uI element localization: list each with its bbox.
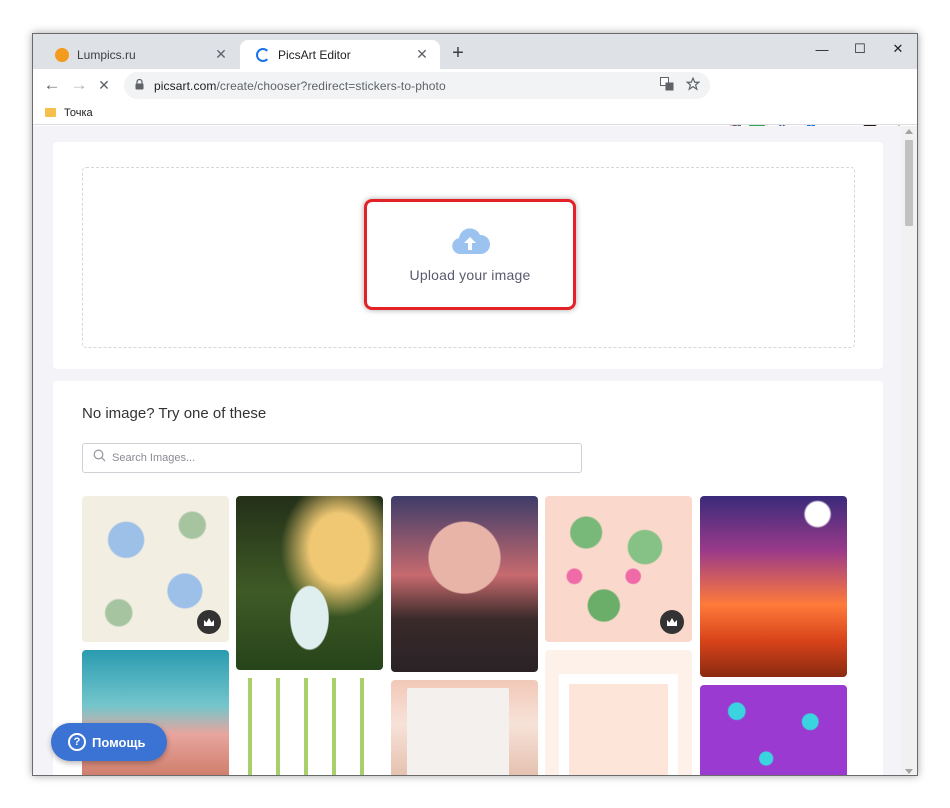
upload-highlight-frame: Upload your image — [364, 199, 576, 310]
frame-inner — [559, 674, 678, 775]
scroll-up-icon[interactable] — [905, 129, 913, 134]
omnibox-actions — [660, 76, 701, 94]
tab-title: PicsArt Editor — [278, 47, 351, 62]
help-label: Помощь — [92, 734, 146, 750]
sample-image-sunset[interactable] — [700, 496, 847, 677]
tab-strip: Lumpics.ru ✕ PicsArt Editor ✕ + — ☐ ✕ — [33, 34, 917, 69]
sample-image-cactus[interactable] — [545, 496, 692, 642]
sample-image-bubbles[interactable] — [236, 496, 383, 670]
browser-window: Lumpics.ru ✕ PicsArt Editor ✕ + — ☐ ✕ ← … — [32, 33, 918, 776]
sample-image-moon-house[interactable] — [391, 496, 538, 672]
lock-icon — [135, 78, 144, 93]
bookmark-tochka[interactable]: Точка — [64, 107, 93, 119]
maximize-button[interactable]: ☐ — [841, 34, 879, 64]
upload-card: Upload your image — [53, 142, 883, 369]
tab-title: Lumpics.ru — [77, 47, 136, 62]
premium-crown-icon — [660, 610, 684, 634]
bookmarks-bar: Точка — [33, 101, 917, 125]
minimize-button[interactable]: — — [803, 34, 841, 64]
sample-image-trees[interactable] — [236, 678, 383, 775]
folder-icon — [45, 108, 56, 117]
vertical-scrollbar[interactable] — [901, 126, 917, 775]
close-window-button[interactable]: ✕ — [879, 34, 917, 64]
help-icon: ? — [68, 733, 86, 751]
tab-picsart[interactable]: PicsArt Editor ✕ — [240, 40, 440, 69]
sample-image-girl[interactable] — [391, 680, 538, 775]
tab-lumpics[interactable]: Lumpics.ru ✕ — [39, 40, 239, 69]
url-text: picsart.com/create/chooser?redirect=stic… — [154, 79, 446, 93]
address-bar[interactable]: picsart.com/create/chooser?redirect=stic… — [124, 72, 710, 99]
help-button[interactable]: ? Помощь — [51, 723, 167, 761]
sample-image-roses[interactable] — [82, 496, 229, 642]
sample-images-card: No image? Try one of these — [53, 381, 883, 775]
sample-image-purple-pattern[interactable] — [700, 685, 847, 775]
new-tab-button[interactable]: + — [447, 42, 469, 65]
translate-icon[interactable] — [660, 77, 674, 94]
back-button[interactable]: ← — [39, 72, 65, 98]
forward-button[interactable]: → — [66, 72, 92, 98]
loading-spinner-icon — [256, 47, 270, 62]
gallery-heading: No image? Try one of these — [82, 405, 267, 422]
search-icon — [93, 449, 106, 467]
upload-label: Upload your image — [409, 267, 531, 283]
url-path: /create/chooser?redirect=stickers-to-pho… — [216, 78, 446, 93]
lumpics-favicon-icon — [55, 47, 69, 62]
scroll-down-icon[interactable] — [905, 769, 913, 774]
stop-button[interactable]: ✕ — [91, 72, 117, 98]
scrollbar-thumb[interactable] — [905, 140, 913, 226]
photo-frame — [407, 688, 509, 775]
upload-image-button[interactable]: Upload your image — [367, 202, 573, 307]
drop-zone[interactable]: Upload your image — [82, 167, 855, 348]
search-images-field[interactable] — [82, 443, 582, 473]
premium-crown-icon — [197, 610, 221, 634]
cloud-upload-icon — [450, 226, 491, 261]
tab-close-icon[interactable]: ✕ — [213, 46, 229, 63]
browser-toolbar: ← → ✕ picsart.com/create/chooser?redirec… — [33, 69, 917, 128]
page-content: Upload your image No image? Try one of t… — [33, 126, 903, 775]
star-icon[interactable] — [685, 76, 701, 94]
tab-close-icon[interactable]: ✕ — [414, 46, 430, 63]
search-images-input[interactable] — [112, 452, 572, 464]
sample-image-frame[interactable] — [545, 650, 692, 775]
url-host: picsart.com — [154, 78, 217, 93]
